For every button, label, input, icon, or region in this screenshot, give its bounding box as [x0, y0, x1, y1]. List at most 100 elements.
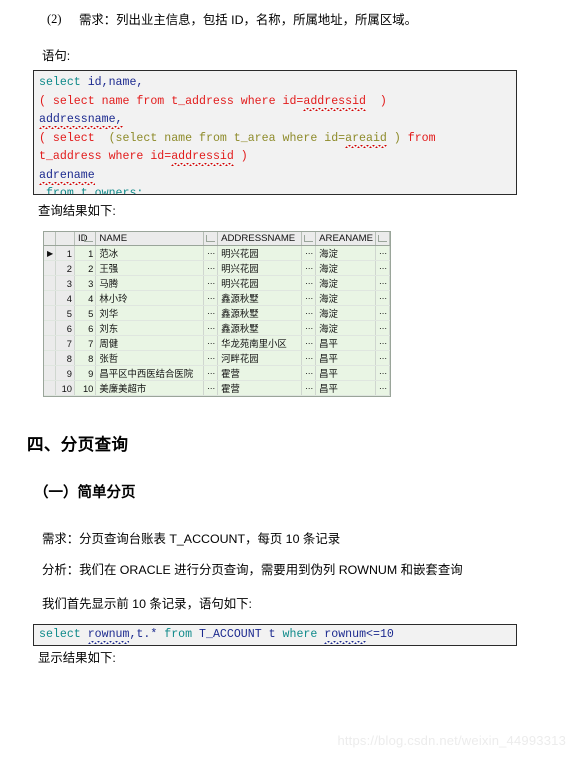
code-token: ) [366, 94, 387, 108]
sql-code-block-1: select id,name,( select name from t_addr… [33, 70, 517, 195]
cell-addressname[interactable]: 霍营 [217, 365, 303, 381]
cell-id[interactable]: 4 [74, 290, 97, 306]
cell-name[interactable]: 马腾 [95, 275, 205, 291]
row-number-cell: 9 [55, 365, 75, 381]
cell-overflow-addressname: ⋯ [301, 365, 317, 381]
column-header-areaname[interactable]: AREANAME [315, 232, 376, 246]
header-rownum-cell[interactable] [55, 232, 75, 246]
row-selector-cell[interactable] [44, 260, 57, 276]
cell-addressname[interactable]: 华龙苑南里小区 [217, 335, 303, 351]
cell-id[interactable]: 8 [74, 350, 97, 366]
cell-areaname[interactable]: 海淀 [315, 305, 376, 321]
row-selector-cell[interactable] [44, 275, 57, 291]
code-token: ,t.* [129, 628, 165, 641]
table-row[interactable]: 9 9 昌平区中西医结合医院 ⋯ 霍营 ⋯ 昌平 ⋯ [44, 365, 391, 381]
table-row[interactable]: 3 3 马腾 ⋯ 明兴花园 ⋯ 海淀 ⋯ [44, 275, 391, 291]
query-result-grid[interactable]: ID NAME ADDRESSNAME AREANAME ▶ 1 1 范冰 ⋯ 明兴花园 ⋯ 海淀 ⋯ 2… [43, 231, 391, 397]
table-row[interactable]: 2 2 王强 ⋯ 明兴花园 ⋯ 海淀 ⋯ [44, 260, 391, 276]
table-row[interactable]: 6 6 刘东 ⋯ 鑫源秋墅 ⋯ 海淀 ⋯ [44, 320, 391, 336]
cell-overflow-areaname: ⋯ [375, 305, 391, 321]
row-number-cell: 1 [55, 245, 75, 261]
section-heading: 四、分页查询 [27, 436, 129, 454]
table-row[interactable]: 4 4 林小玲 ⋯ 鑫源秋墅 ⋯ 海淀 ⋯ [44, 290, 391, 306]
code-token: addressid [171, 150, 234, 163]
cell-addressname[interactable]: 鑫源秋墅 [217, 320, 303, 336]
cell-addressname[interactable]: 霍营 [217, 380, 303, 396]
cell-areaname[interactable]: 海淀 [315, 320, 376, 336]
row-selector-cell[interactable] [44, 320, 57, 336]
column-header-id[interactable]: ID [74, 232, 97, 246]
code-token: addressname, [39, 113, 123, 126]
cell-id[interactable]: 6 [74, 320, 97, 336]
cell-overflow-name: ⋯ [203, 380, 219, 396]
cell-id[interactable]: 2 [74, 260, 97, 276]
cell-addressname[interactable]: 明兴花园 [217, 245, 303, 261]
row-selector-cell[interactable] [44, 350, 57, 366]
row-selector-cell[interactable] [44, 335, 57, 351]
row-number-cell: 6 [55, 320, 75, 336]
column-resize-handle[interactable] [378, 235, 387, 242]
cell-areaname[interactable]: 海淀 [315, 290, 376, 306]
header-marker-cell[interactable] [44, 232, 57, 246]
table-row[interactable]: 8 8 张哲 ⋯ 河畔花园 ⋯ 昌平 ⋯ [44, 350, 391, 366]
cell-id[interactable]: 10 [74, 380, 97, 396]
code-token: rownum [87, 628, 130, 641]
cell-areaname[interactable]: 昌平 [315, 380, 376, 396]
cell-overflow-addressname: ⋯ [301, 275, 317, 291]
cell-id[interactable]: 3 [74, 275, 97, 291]
document-page: (2) 需求：列出业主信息，包括 ID，名称，所属地址，所属区域。 语句: se… [0, 0, 574, 762]
column-header-addressname[interactable]: ADDRESSNAME [217, 232, 303, 246]
cell-overflow-name: ⋯ [203, 335, 219, 351]
cell-name[interactable]: 林小玲 [95, 290, 205, 306]
cell-overflow-addressname: ⋯ [301, 335, 317, 351]
cell-overflow-addressname: ⋯ [301, 305, 317, 321]
cell-overflow-addressname: ⋯ [301, 290, 317, 306]
cell-id[interactable]: 1 [74, 245, 97, 261]
cell-areaname[interactable]: 海淀 [315, 260, 376, 276]
code-token: from [164, 628, 200, 641]
row-number-cell: 10 [55, 380, 75, 396]
cell-areaname[interactable]: 海淀 [315, 275, 376, 291]
cell-name[interactable]: 张哲 [95, 350, 205, 366]
cell-areaname[interactable]: 昌平 [315, 335, 376, 351]
row-selector-cell[interactable] [44, 305, 57, 321]
row-selector-cell[interactable] [44, 365, 57, 381]
cell-name[interactable]: 周健 [95, 335, 205, 351]
row-selector-cell[interactable]: ▶ [44, 245, 57, 261]
cell-name[interactable]: 刘华 [95, 305, 205, 321]
cell-areaname[interactable]: 昌平 [315, 350, 376, 366]
header-spacer-name[interactable] [203, 232, 219, 246]
cell-id[interactable]: 7 [74, 335, 97, 351]
header-spacer-areaname[interactable] [375, 232, 391, 246]
cell-addressname[interactable]: 明兴花园 [217, 260, 303, 276]
cell-areaname[interactable]: 昌平 [315, 365, 376, 381]
code-token: ) [233, 150, 248, 163]
result-table[interactable]: ID NAME ADDRESSNAME AREANAME ▶ 1 1 范冰 ⋯ 明兴花园 ⋯ 海淀 ⋯ 2… [44, 232, 391, 396]
column-header-name[interactable]: NAME [95, 232, 205, 246]
header-spacer-addressname[interactable] [301, 232, 317, 246]
cell-overflow-name: ⋯ [203, 290, 219, 306]
cell-addressname[interactable]: 鑫源秋墅 [217, 305, 303, 321]
column-resize-handle[interactable] [206, 235, 216, 242]
cell-id[interactable]: 5 [74, 305, 97, 321]
row-number-cell: 2 [55, 260, 75, 276]
row-selector-cell[interactable] [44, 380, 57, 396]
table-row[interactable]: 7 7 周健 ⋯ 华龙苑南里小区 ⋯ 昌平 ⋯ [44, 335, 391, 351]
row-selector-cell[interactable] [44, 290, 57, 306]
table-row[interactable]: 5 5 刘华 ⋯ 鑫源秋墅 ⋯ 海淀 ⋯ [44, 305, 391, 321]
cell-id[interactable]: 9 [74, 365, 97, 381]
cell-name[interactable]: 刘东 [95, 320, 205, 336]
cell-overflow-areaname: ⋯ [375, 350, 391, 366]
column-resize-handle[interactable] [304, 235, 314, 242]
table-row[interactable]: 10 10 美廉美超市 ⋯ 霍营 ⋯ 昌平 ⋯ [44, 380, 391, 396]
cell-name[interactable]: 王强 [95, 260, 205, 276]
cell-name[interactable]: 范冰 [95, 245, 205, 261]
cell-name[interactable]: 美廉美超市 [95, 380, 205, 396]
cell-name[interactable]: 昌平区中西医结合医院 [95, 365, 205, 381]
cell-areaname[interactable]: 海淀 [315, 245, 376, 261]
column-resize-handle[interactable] [84, 235, 94, 242]
cell-addressname[interactable]: 河畔花园 [217, 350, 303, 366]
cell-addressname[interactable]: 明兴花园 [217, 275, 303, 291]
table-row[interactable]: ▶ 1 1 范冰 ⋯ 明兴花园 ⋯ 海淀 ⋯ [44, 245, 391, 261]
cell-addressname[interactable]: 鑫源秋墅 [217, 290, 303, 306]
